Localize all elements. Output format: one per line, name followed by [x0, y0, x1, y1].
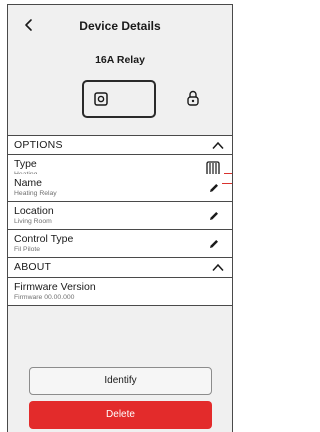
- option-name-row[interactable]: Name Heating Relay: [8, 174, 232, 202]
- option-control-type-value: Fil Pilote: [14, 246, 41, 253]
- option-location-row[interactable]: Location Living Room: [8, 202, 232, 230]
- relay-device-icon: [94, 92, 108, 106]
- pencil-icon[interactable]: [208, 182, 220, 194]
- delete-button[interactable]: Delete: [29, 401, 212, 429]
- pencil-icon[interactable]: [208, 238, 220, 250]
- option-name-label: Name: [14, 177, 43, 189]
- lock-icon[interactable]: [186, 89, 200, 107]
- page-title: Device Details: [79, 19, 161, 33]
- options-section-label: OPTIONS: [14, 139, 63, 151]
- option-location-label: Location: [14, 205, 54, 217]
- firmware-value: Firmware 00.00.000: [14, 294, 75, 301]
- option-control-type-row[interactable]: Control Type Fil Pilote: [8, 230, 232, 258]
- about-section-label: ABOUT: [14, 261, 52, 273]
- option-control-type-label: Control Type: [14, 233, 74, 245]
- option-type-label: Type: [14, 158, 37, 170]
- firmware-label: Firmware Version: [14, 281, 96, 293]
- about-section-header[interactable]: ABOUT: [8, 258, 232, 278]
- options-section-header[interactable]: OPTIONS: [8, 135, 232, 155]
- device-name: 16A Relay: [95, 54, 145, 66]
- header: Device Details 16A Relay: [8, 5, 232, 135]
- device-details-screen: Device Details 16A Relay OPTIONS Type He…: [7, 4, 233, 432]
- chevron-up-icon[interactable]: [212, 263, 224, 272]
- option-location-value: Living Room: [14, 218, 52, 225]
- firmware-row: Firmware Version Firmware 00.00.000: [8, 278, 232, 306]
- option-name-value: Heating Relay: [14, 190, 57, 197]
- pencil-icon[interactable]: [208, 210, 220, 222]
- chevron-up-icon[interactable]: [212, 141, 224, 150]
- device-image: [82, 80, 156, 118]
- identify-button[interactable]: Identify: [29, 367, 212, 395]
- callout-line: [222, 183, 232, 184]
